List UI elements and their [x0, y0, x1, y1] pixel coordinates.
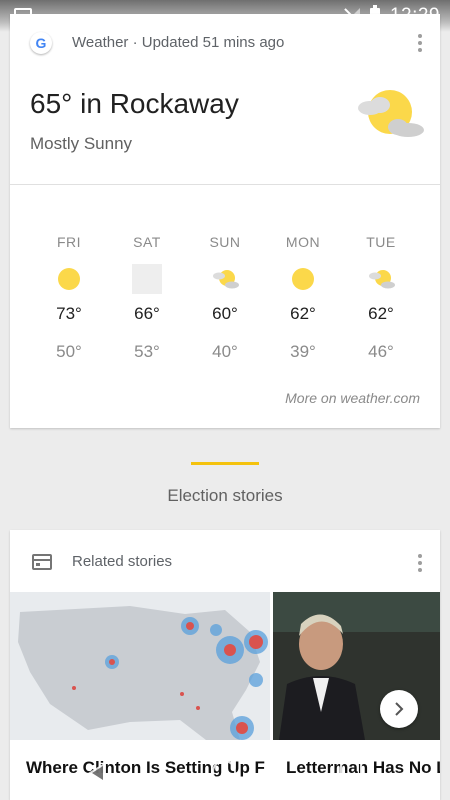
day-name: FRI — [56, 234, 82, 250]
day-name: TUE — [366, 234, 396, 250]
sunny-icon — [292, 268, 314, 290]
day-name: SUN — [209, 234, 241, 250]
back-icon — [92, 766, 103, 780]
low-temp: 50° — [56, 342, 82, 361]
navigation-bar — [0, 752, 450, 800]
low-temp: 46° — [368, 342, 394, 361]
forecast-day[interactable]: SAT 66° 53° — [108, 234, 186, 364]
forecast-day[interactable]: MON 62° 39° — [264, 234, 342, 364]
stories-header: Related stories — [10, 550, 440, 576]
section-title: Election stories — [167, 486, 283, 505]
us-map-image — [18, 606, 268, 740]
more-on-weather-link[interactable]: More on weather.com — [285, 390, 420, 406]
sunny-icon — [58, 268, 80, 290]
partly-cloudy-icon — [358, 90, 424, 137]
weather-card-header: G Weather · Updated 51 mins ago — [10, 32, 440, 58]
story-image-map[interactable] — [10, 592, 270, 740]
weather-card[interactable]: G Weather · Updated 51 mins ago 65° in R… — [10, 14, 440, 428]
next-story-button[interactable] — [380, 690, 418, 728]
weather-updated-label: Weather · Updated 51 mins ago — [72, 34, 285, 51]
home-button[interactable] — [212, 760, 236, 784]
current-condition: Mostly Sunny — [30, 134, 133, 153]
day-name: SAT — [133, 234, 161, 250]
high-temp: 60° — [212, 304, 238, 323]
high-temp: 73° — [56, 304, 82, 323]
forecast-day[interactable]: FRI 73° 50° — [30, 234, 108, 364]
section-accent-bar — [191, 462, 259, 465]
divider — [10, 184, 440, 185]
google-logo-icon: G — [30, 32, 52, 54]
forecast-day[interactable]: SUN 60° 40° — [186, 234, 264, 364]
low-temp: 39° — [290, 342, 316, 361]
partly-cloudy-icon — [213, 270, 239, 289]
day-name: MON — [285, 234, 321, 250]
high-temp: 62° — [290, 304, 316, 323]
chevron-right-icon — [395, 702, 404, 716]
stories-header-label: Related stories — [72, 553, 173, 570]
recents-button[interactable] — [340, 761, 362, 783]
forecast-row: FRI 73° 50° SAT 66° 53° SUN 60° 40° MON … — [30, 234, 420, 364]
high-temp: 62° — [368, 304, 394, 323]
news-icon — [32, 554, 52, 570]
low-temp: 40° — [212, 342, 238, 361]
weather-menu-icon[interactable] — [418, 34, 422, 52]
low-temp: 53° — [134, 342, 160, 361]
high-temp: 66° — [134, 304, 160, 323]
stories-menu-icon[interactable] — [418, 554, 422, 572]
current-temperature: 65° in Rockaway — [30, 88, 239, 119]
forecast-day[interactable]: TUE 62° 46° — [342, 234, 420, 364]
partly-cloudy-icon — [369, 270, 395, 289]
unavailable-icon — [132, 264, 162, 294]
